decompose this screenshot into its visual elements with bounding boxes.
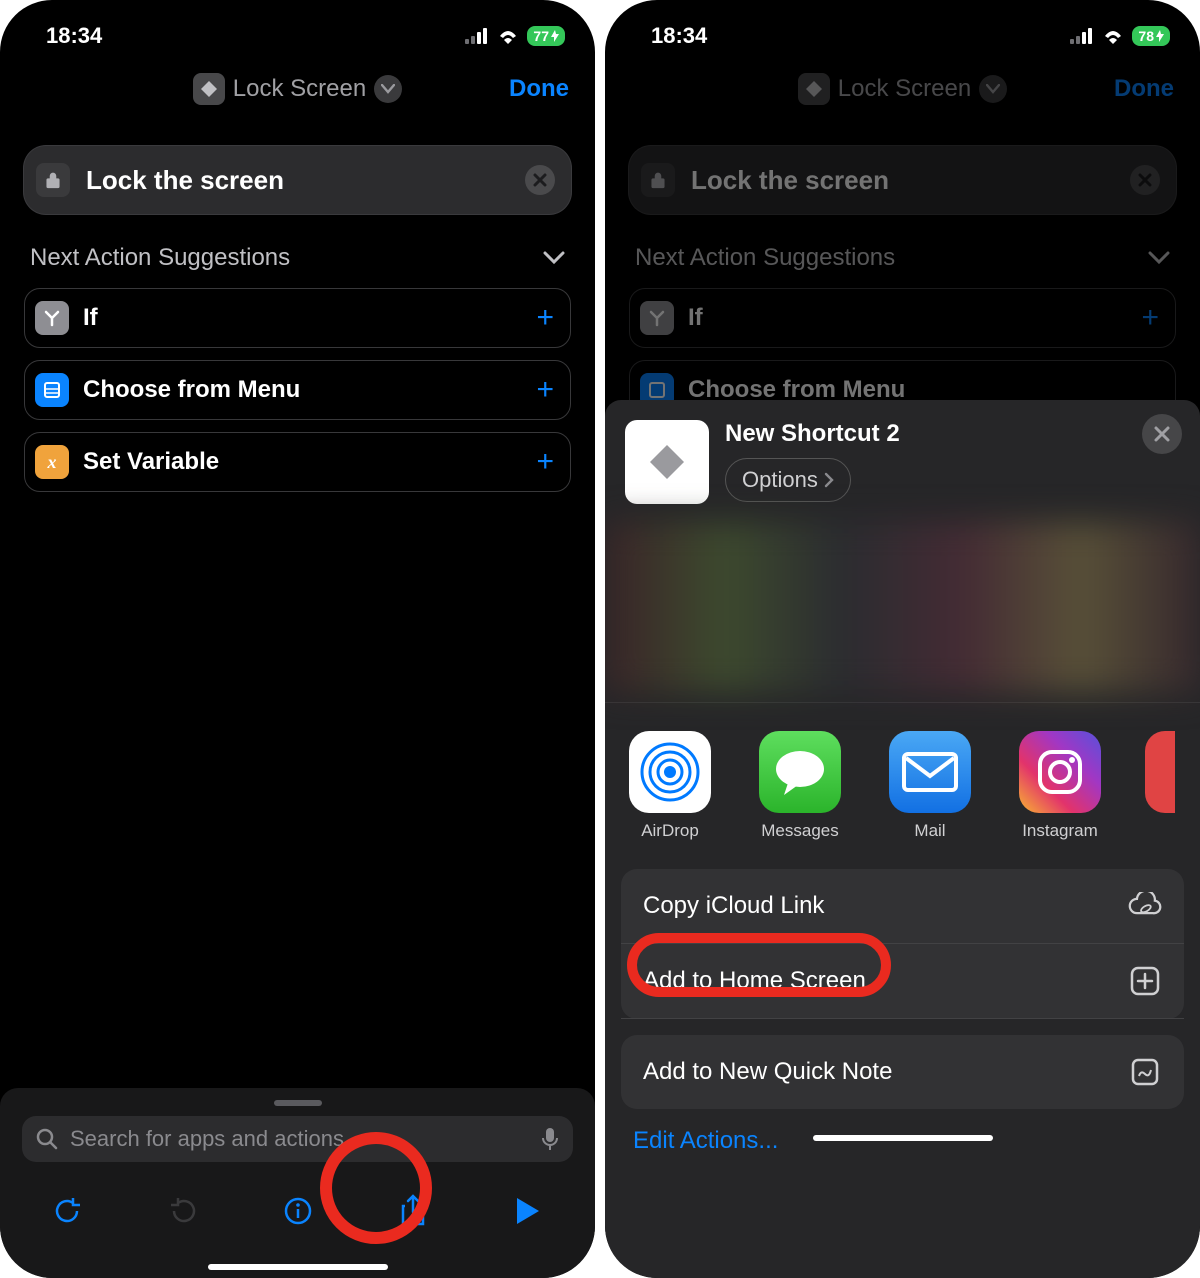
chevron-down-icon <box>979 75 1007 103</box>
search-placeholder: Search for apps and actions <box>70 1126 529 1152</box>
done-button: Done <box>1114 75 1174 103</box>
sheet-title: New Shortcut 2 <box>725 420 1180 448</box>
suggestion-choose-from-menu[interactable]: Choose from Menu + <box>24 360 571 420</box>
phone-left: 18:34 77 Lock Screen Done Lock the scree… <box>0 0 595 1278</box>
nav-title: Lock Screen <box>233 75 366 103</box>
action-title: Lock the screen <box>691 165 1114 196</box>
action-label: Add to Home Screen <box>643 967 866 995</box>
search-icon <box>36 1128 58 1150</box>
battery-indicator: 77 <box>527 26 565 46</box>
suggestions-heading: Next Action Suggestions <box>30 244 290 272</box>
chevron-down-icon[interactable] <box>543 251 565 265</box>
edit-actions-button[interactable]: Edit Actions... <box>605 1109 1200 1155</box>
nav-title-dropdown[interactable]: Lock Screen <box>193 73 402 105</box>
suggestion-set-variable[interactable]: x Set Variable + <box>24 432 571 492</box>
action-lock-screen[interactable]: Lock the screen <box>24 146 571 214</box>
variable-icon: x <box>35 445 69 479</box>
search-input[interactable]: Search for apps and actions <box>22 1116 573 1162</box>
plus-square-icon <box>1128 964 1162 998</box>
drag-handle[interactable] <box>274 1100 322 1106</box>
suggestion-label: Choose from Menu <box>83 376 522 404</box>
action-add-to-home-screen[interactable]: Add to Home Screen <box>621 944 1184 1019</box>
close-icon <box>1153 425 1171 443</box>
app-label: Messages <box>761 821 838 841</box>
nav-bar: Lock Screen Done <box>605 54 1200 124</box>
share-apps-row[interactable]: AirDrop Messages Mail Instagram <box>605 702 1200 849</box>
play-button[interactable] <box>503 1186 553 1236</box>
status-bar: 18:34 77 <box>0 0 595 54</box>
action-copy-icloud-link[interactable]: Copy iCloud Link <box>621 869 1184 944</box>
clear-button <box>1130 165 1160 195</box>
share-actions-list-2: Add to New Quick Note <box>621 1035 1184 1109</box>
add-icon[interactable]: + <box>536 373 554 407</box>
nav-title: Lock Screen <box>838 75 971 103</box>
action-lock-screen: Lock the screen <box>629 146 1176 214</box>
wifi-icon <box>1102 28 1124 44</box>
app-label: Instagram <box>1022 821 1098 841</box>
shortcuts-icon <box>798 73 830 105</box>
options-button[interactable]: Options <box>725 458 851 502</box>
phone-right: 18:34 78 Lock Screen Done Lock t <box>605 0 1200 1278</box>
redo-button[interactable] <box>158 1186 208 1236</box>
action-title: Lock the screen <box>86 165 509 196</box>
quicknote-icon <box>1128 1055 1162 1089</box>
suggestion-label: If <box>83 304 522 332</box>
app-label: Mail <box>914 821 945 841</box>
nav-title-dropdown: Lock Screen <box>798 73 1007 105</box>
suggestion-if: If + <box>629 288 1176 348</box>
share-sheet: New Shortcut 2 Options AirDrop <box>605 400 1200 1278</box>
if-icon <box>35 301 69 335</box>
share-app-airdrop[interactable]: AirDrop <box>625 731 715 841</box>
action-add-quick-note[interactable]: Add to New Quick Note <box>621 1035 1184 1109</box>
status-bar: 18:34 78 <box>605 0 1200 54</box>
bottom-panel: Search for apps and actions <box>0 1088 595 1278</box>
shortcut-thumbnail <box>625 420 709 504</box>
share-app-instagram[interactable]: Instagram <box>1015 731 1105 841</box>
suggestion-label: If <box>688 304 1127 332</box>
share-app-mail[interactable]: Mail <box>885 731 975 841</box>
battery-indicator: 78 <box>1132 26 1170 46</box>
status-time: 18:34 <box>651 23 707 49</box>
suggestion-if[interactable]: If + <box>24 288 571 348</box>
share-button[interactable] <box>388 1186 438 1236</box>
lock-icon <box>641 163 675 197</box>
share-app-messages[interactable]: Messages <box>755 731 845 841</box>
action-label: Copy iCloud Link <box>643 892 824 920</box>
home-indicator[interactable] <box>813 1135 993 1141</box>
info-button[interactable] <box>273 1186 323 1236</box>
suggestions-heading: Next Action Suggestions <box>635 244 895 272</box>
signal-icon <box>1070 28 1094 44</box>
share-actions-list: Copy iCloud Link Add to Home Screen <box>621 869 1184 1019</box>
add-icon: + <box>1141 301 1159 335</box>
clear-button[interactable] <box>525 165 555 195</box>
share-app-more[interactable] <box>1145 731 1175 841</box>
home-indicator[interactable] <box>208 1264 388 1270</box>
nav-bar: Lock Screen Done <box>0 54 595 124</box>
close-button[interactable] <box>1142 414 1182 454</box>
status-time: 18:34 <box>46 23 102 49</box>
mic-icon[interactable] <box>541 1127 559 1151</box>
signal-icon <box>465 28 489 44</box>
menu-icon <box>35 373 69 407</box>
add-icon[interactable]: + <box>536 301 554 335</box>
action-label: Add to New Quick Note <box>643 1058 892 1086</box>
wifi-icon <box>497 28 519 44</box>
suggestion-label: Set Variable <box>83 448 522 476</box>
shortcuts-icon <box>193 73 225 105</box>
contact-suggestions[interactable] <box>605 522 1200 692</box>
if-icon <box>640 301 674 335</box>
lock-icon <box>36 163 70 197</box>
cloud-link-icon <box>1128 889 1162 923</box>
chevron-right-icon <box>824 472 834 488</box>
app-label: AirDrop <box>641 821 699 841</box>
chevron-down-icon <box>374 75 402 103</box>
add-icon[interactable]: + <box>536 445 554 479</box>
done-button[interactable]: Done <box>509 75 569 103</box>
undo-button[interactable] <box>43 1186 93 1236</box>
chevron-down-icon <box>1148 251 1170 265</box>
